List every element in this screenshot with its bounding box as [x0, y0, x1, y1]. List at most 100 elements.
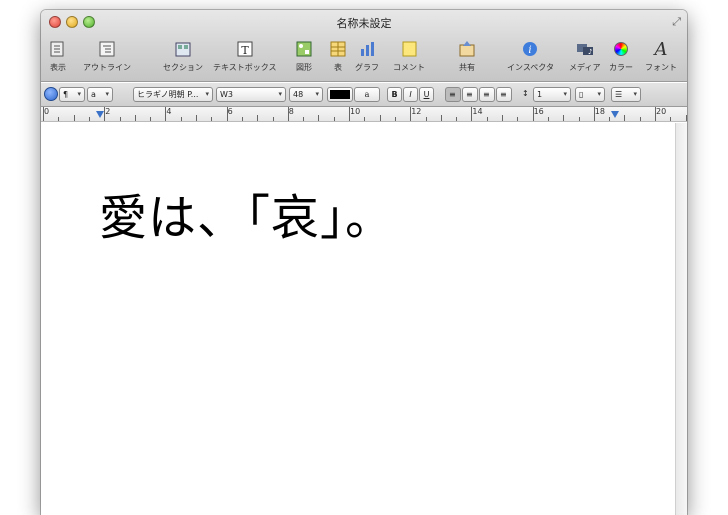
textbox-icon: T	[232, 38, 258, 60]
view-button[interactable]: 表示	[45, 38, 71, 82]
document-text[interactable]: 愛は、「哀」。	[99, 178, 394, 248]
ruler-tick	[440, 115, 442, 121]
section-button[interactable]: セクション	[163, 38, 203, 82]
line-spacing-select[interactable]: 1	[533, 87, 571, 102]
textbox-label: テキストボックス	[213, 63, 277, 72]
styles-drawer-button[interactable]	[44, 87, 58, 101]
ruler-tick	[685, 115, 687, 121]
outline-button[interactable]: アウトライン	[83, 38, 131, 82]
table-button[interactable]: 表	[325, 38, 351, 82]
character-style-select[interactable]: a	[87, 87, 113, 102]
line-spacing-value: 1	[537, 90, 543, 99]
shape-icon	[291, 38, 317, 60]
document-window: 名称未設定 ⤢ 表示 アウトライン セクション T テキストボックス 図形 表	[41, 10, 687, 515]
ruler-tick	[593, 107, 595, 121]
paragraph-style-select[interactable]: ¶	[59, 87, 85, 102]
line-spacing-icon: ↕	[522, 89, 529, 98]
svg-text:♪: ♪	[588, 48, 592, 56]
ruler-tick	[88, 117, 90, 121]
ruler-tick	[486, 117, 488, 121]
italic-button[interactable]: I	[403, 87, 418, 102]
comment-button[interactable]: コメント	[393, 38, 425, 82]
color-label: カラー	[609, 63, 633, 72]
ruler-tick	[655, 107, 656, 121]
font-button[interactable]: A フォント	[645, 38, 677, 82]
svg-text:i: i	[529, 45, 532, 56]
ruler-label: 18	[594, 107, 605, 116]
vertical-scrollbar[interactable]	[675, 123, 687, 515]
font-label: フォント	[645, 63, 677, 72]
share-button[interactable]: 共有	[454, 38, 480, 82]
ruler-tick	[609, 117, 611, 121]
ruler-tick	[318, 115, 320, 121]
media-icon: ♪	[572, 38, 598, 60]
graph-button[interactable]: グラフ	[354, 38, 380, 82]
ruler-label: 6	[227, 107, 233, 116]
ruler-tick	[180, 117, 182, 121]
right-indent-marker[interactable]	[611, 111, 619, 118]
ruler-tick	[226, 107, 228, 121]
font-family-select[interactable]: ヒラギノ明朝 P...	[133, 87, 213, 102]
ruler-label: 8	[288, 107, 294, 116]
table-label: 表	[334, 63, 342, 72]
svg-text:T: T	[241, 44, 249, 57]
character-style-value: a	[91, 90, 96, 99]
justify-button[interactable]: ≡	[496, 87, 512, 102]
window-title: 名称未設定	[336, 17, 392, 30]
ruler-tick	[364, 117, 366, 121]
ruler-tick	[150, 117, 152, 121]
ruler-tick	[639, 117, 641, 121]
ruler-label: 0	[44, 107, 50, 116]
ruler-tick	[517, 117, 519, 121]
align-left-button[interactable]: ≡	[445, 87, 461, 102]
color-wheel-icon	[608, 38, 634, 60]
align-right-button[interactable]: ≡	[479, 87, 495, 102]
inspector-label: インスペクタ	[507, 63, 554, 72]
ruler-tick	[349, 107, 350, 121]
left-indent-marker[interactable]	[96, 111, 104, 118]
highlight-color-well[interactable]: a	[354, 87, 380, 102]
ruler-label: 4	[166, 107, 172, 116]
graph-label: グラフ	[355, 63, 379, 72]
align-center-button[interactable]: ≡	[462, 87, 478, 102]
shape-label: 図形	[296, 63, 312, 72]
ruler-tick	[563, 115, 565, 121]
media-button[interactable]: ♪ メディア	[569, 38, 600, 82]
share-label: 共有	[459, 63, 475, 72]
font-size-select[interactable]: 48	[289, 87, 323, 102]
media-label: メディア	[569, 63, 601, 72]
italic-label: I	[409, 90, 412, 99]
font-weight-value: W3	[220, 90, 233, 99]
inspector-button[interactable]: i インスペクタ	[507, 38, 554, 82]
underline-label: U	[423, 90, 430, 99]
comment-label: コメント	[393, 63, 425, 72]
document-page[interactable]: 愛は、「哀」。	[41, 123, 675, 515]
list-style-select[interactable]: ☰	[611, 87, 641, 102]
font-family-value: ヒラギノ明朝 P...	[137, 90, 199, 99]
columns-select[interactable]: ▯	[575, 87, 605, 102]
ruler-label: 2	[105, 107, 111, 116]
ruler-tick	[119, 117, 121, 121]
ruler-label: 12	[411, 107, 422, 116]
ruler-tick	[532, 107, 534, 121]
underline-button[interactable]: U	[419, 87, 434, 102]
ruler[interactable]: 0 2 4 6 8 10 12 14 16 18 20	[41, 107, 687, 122]
font-weight-select[interactable]: W3	[216, 87, 286, 102]
fullscreen-icon[interactable]: ⤢	[672, 15, 681, 29]
ruler-tick	[165, 107, 167, 121]
ruler-tick	[73, 115, 75, 121]
shape-button[interactable]: 図形	[291, 38, 317, 82]
textbox-button[interactable]: T テキストボックス	[213, 38, 277, 82]
ruler-tick	[287, 107, 289, 121]
font-size-value: 48	[293, 90, 304, 99]
bold-button[interactable]: B	[387, 87, 402, 102]
comment-icon	[396, 38, 422, 60]
section-label: セクション	[163, 63, 203, 72]
text-color-well[interactable]	[327, 87, 353, 102]
bold-label: B	[391, 90, 398, 99]
ruler-tick	[502, 115, 503, 121]
ruler-tick	[547, 117, 549, 121]
ruler-tick	[456, 117, 458, 121]
title-bar: 名称未設定 ⤢ 表示 アウトライン セクション T テキストボックス 図形 表	[41, 10, 687, 82]
color-button[interactable]: カラー	[608, 38, 634, 82]
